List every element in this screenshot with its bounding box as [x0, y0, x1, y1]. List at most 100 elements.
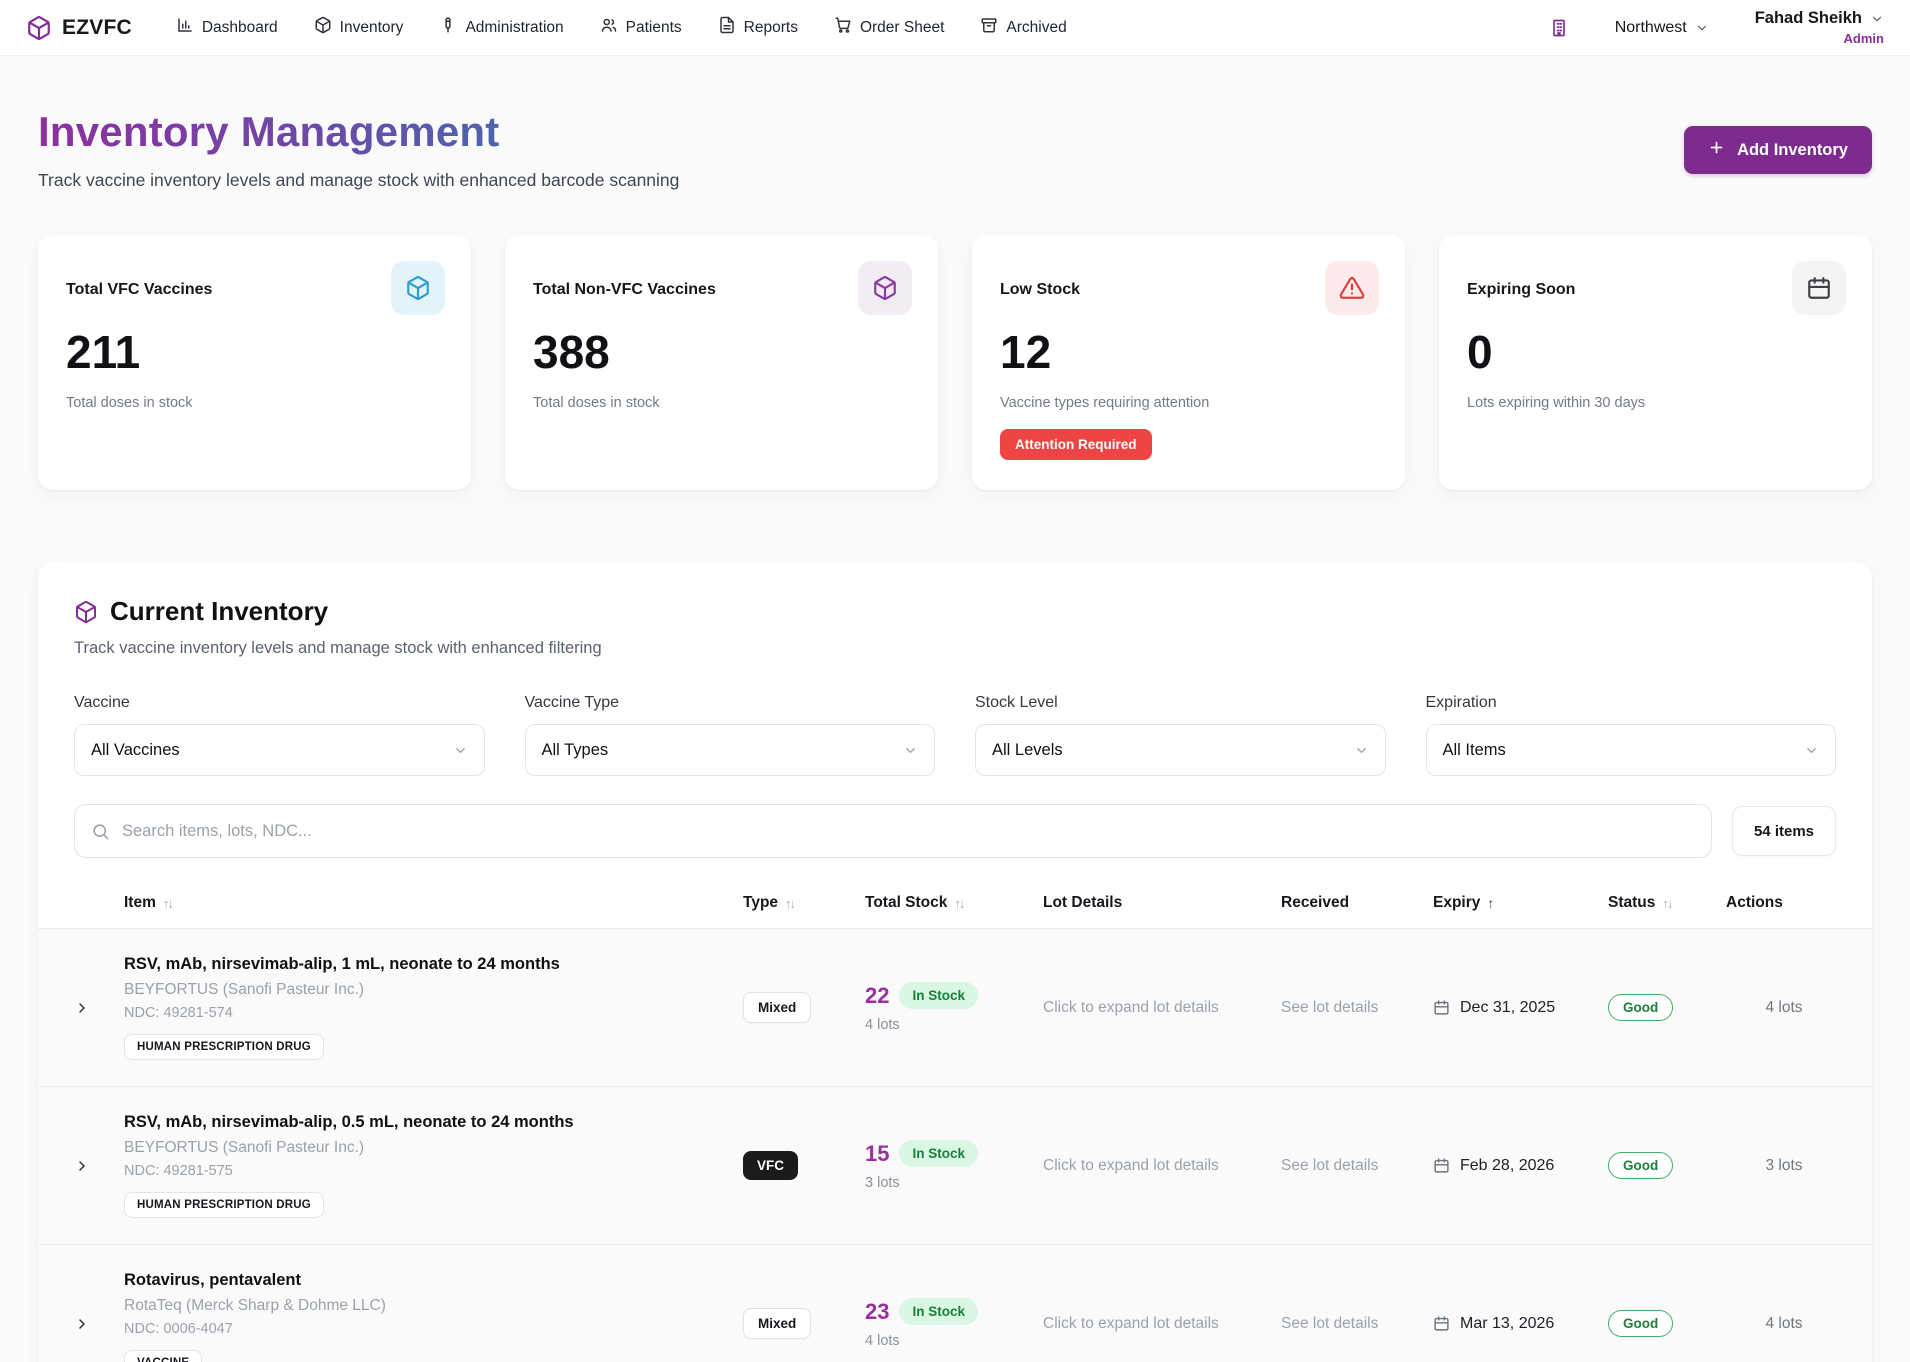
section-title: Current Inventory [110, 596, 328, 627]
stat-value: 388 [533, 325, 910, 379]
lot-count: 3 lots [865, 1175, 1043, 1191]
lot-count: 4 lots [865, 1017, 1043, 1033]
chevron-down-icon [903, 743, 918, 758]
actions-lots[interactable]: 4 lots [1726, 1315, 1842, 1333]
col-status: Status↑↓ [1608, 894, 1726, 912]
user-name: Fahad Sheikh [1755, 9, 1862, 28]
table-row[interactable]: RSV, mAb, nirsevimab-alip, 0.5 mL, neona… [38, 1086, 1872, 1244]
calendar-icon [1792, 261, 1846, 315]
filter-vaccine-type: Vaccine Type All Types [525, 694, 936, 776]
sort-icon[interactable]: ↑↓ [163, 896, 172, 911]
lot-details-hint[interactable]: Click to expand lot details [1043, 999, 1281, 1017]
nav-item-order-sheet[interactable]: Order Sheet [820, 8, 958, 47]
received-link[interactable]: See lot details [1281, 1315, 1433, 1333]
brand[interactable]: EZVFC [26, 15, 132, 41]
stat-card-expiring-soon: Expiring Soon 0 Lots expiring within 30 … [1439, 235, 1872, 490]
expand-chevron-icon[interactable] [68, 1000, 124, 1016]
expiry-date: Feb 28, 2026 [1460, 1157, 1554, 1175]
stat-sub: Total doses in stock [66, 395, 443, 411]
section-subtitle: Track vaccine inventory levels and manag… [74, 639, 1836, 658]
bar-chart-icon [176, 16, 194, 39]
plus-icon [1708, 139, 1725, 161]
item-name: RSV, mAb, nirsevimab-alip, 1 mL, neonate… [124, 955, 743, 974]
sort-asc-icon[interactable]: ↑ [1487, 895, 1494, 911]
stat-value: 12 [1000, 325, 1377, 379]
chevron-down-icon [1695, 21, 1709, 35]
expand-chevron-icon[interactable] [68, 1316, 124, 1332]
filter-stock-level: Stock Level All Levels [975, 694, 1386, 776]
vaccine-select[interactable]: All Vaccines [74, 724, 485, 776]
stat-label: Total Non-VFC Vaccines [533, 281, 910, 299]
actions-lots[interactable]: 3 lots [1726, 1157, 1842, 1175]
filter-expiration: Expiration All Items [1426, 694, 1837, 776]
file-text-icon [718, 16, 736, 39]
in-stock-badge: In Stock [899, 982, 978, 1009]
package-icon [314, 16, 332, 39]
stat-label: Expiring Soon [1467, 281, 1844, 299]
stat-value: 0 [1467, 325, 1844, 379]
item-ndc: NDC: 49281-575 [124, 1163, 743, 1179]
type-badge: VFC [743, 1151, 798, 1180]
lot-details-hint[interactable]: Click to expand lot details [1043, 1157, 1281, 1175]
cart-icon [834, 16, 852, 39]
stock-level-select[interactable]: All Levels [975, 724, 1386, 776]
search-input[interactable] [122, 822, 1695, 841]
table-row[interactable]: Rotavirus, pentavalent RotaTeq (Merck Sh… [38, 1244, 1872, 1362]
search-icon [91, 822, 110, 841]
chevron-down-icon [1804, 743, 1819, 758]
nav-item-administration[interactable]: Administration [425, 8, 577, 47]
archive-icon [980, 16, 998, 39]
col-item: Item↑↓ [124, 894, 743, 912]
table-header-row: Item↑↓ Type↑↓ Total Stock↑↓ Lot Details … [38, 888, 1872, 928]
stat-card-total-nonvfc: Total Non-VFC Vaccines 388 Total doses i… [505, 235, 938, 490]
expiration-select[interactable]: All Items [1426, 724, 1837, 776]
sort-icon[interactable]: ↑↓ [785, 896, 794, 911]
item-category-badge: VACCINE [124, 1350, 202, 1362]
region-select[interactable]: Northwest [1615, 19, 1709, 37]
calendar-icon [1433, 999, 1450, 1016]
user-name-button[interactable]: Fahad Sheikh [1755, 9, 1884, 28]
expiry-date: Mar 13, 2026 [1460, 1315, 1554, 1333]
vaccine-type-select[interactable]: All Types [525, 724, 936, 776]
type-badge: Mixed [743, 1308, 811, 1339]
nav-item-archived[interactable]: Archived [966, 8, 1080, 47]
stat-sub: Vaccine types requiring attention [1000, 395, 1377, 411]
sort-icon[interactable]: ↑↓ [1662, 896, 1671, 911]
page-header: Inventory Management Track vaccine inven… [38, 108, 679, 191]
stat-label: Total VFC Vaccines [66, 281, 443, 299]
status-badge: Good [1608, 1310, 1673, 1337]
stat-sub: Lots expiring within 30 days [1467, 395, 1844, 411]
table-row[interactable]: RSV, mAb, nirsevimab-alip, 1 mL, neonate… [38, 928, 1872, 1086]
inventory-table: Item↑↓ Type↑↓ Total Stock↑↓ Lot Details … [38, 888, 1872, 1362]
region-label: Northwest [1615, 19, 1687, 37]
nav-item-inventory[interactable]: Inventory [300, 8, 418, 47]
calendar-icon [1433, 1315, 1450, 1332]
current-inventory-section: Current Inventory Track vaccine inventor… [38, 562, 1872, 1362]
nav-item-dashboard[interactable]: Dashboard [162, 8, 292, 47]
stat-sub: Total doses in stock [533, 395, 910, 411]
calendar-icon [1433, 1157, 1450, 1174]
received-link[interactable]: See lot details [1281, 1157, 1433, 1175]
stock-count: 22 [865, 983, 889, 1009]
nav-item-reports[interactable]: Reports [704, 8, 812, 47]
lot-details-hint[interactable]: Click to expand lot details [1043, 1315, 1281, 1333]
package-icon [858, 261, 912, 315]
stat-card-low-stock: Low Stock 12 Vaccine types requiring att… [972, 235, 1405, 490]
page-title: Inventory Management [38, 108, 679, 156]
chevron-down-icon [453, 743, 468, 758]
stock-count: 15 [865, 1141, 889, 1167]
facility-building-icon[interactable] [1549, 18, 1569, 38]
expiry-date: Dec 31, 2025 [1460, 999, 1555, 1017]
actions-lots[interactable]: 4 lots [1726, 999, 1842, 1017]
items-count-badge: 54 items [1732, 806, 1836, 856]
col-received: Received [1281, 894, 1433, 912]
expand-chevron-icon[interactable] [68, 1158, 124, 1174]
add-inventory-button[interactable]: Add Inventory [1684, 126, 1872, 174]
stock-count: 23 [865, 1299, 889, 1325]
alert-triangle-icon [1325, 261, 1379, 315]
nav-item-patients[interactable]: Patients [586, 8, 696, 47]
stat-label: Low Stock [1000, 281, 1377, 299]
status-badge: Good [1608, 1152, 1673, 1179]
sort-icon[interactable]: ↑↓ [954, 896, 963, 911]
received-link[interactable]: See lot details [1281, 999, 1433, 1017]
